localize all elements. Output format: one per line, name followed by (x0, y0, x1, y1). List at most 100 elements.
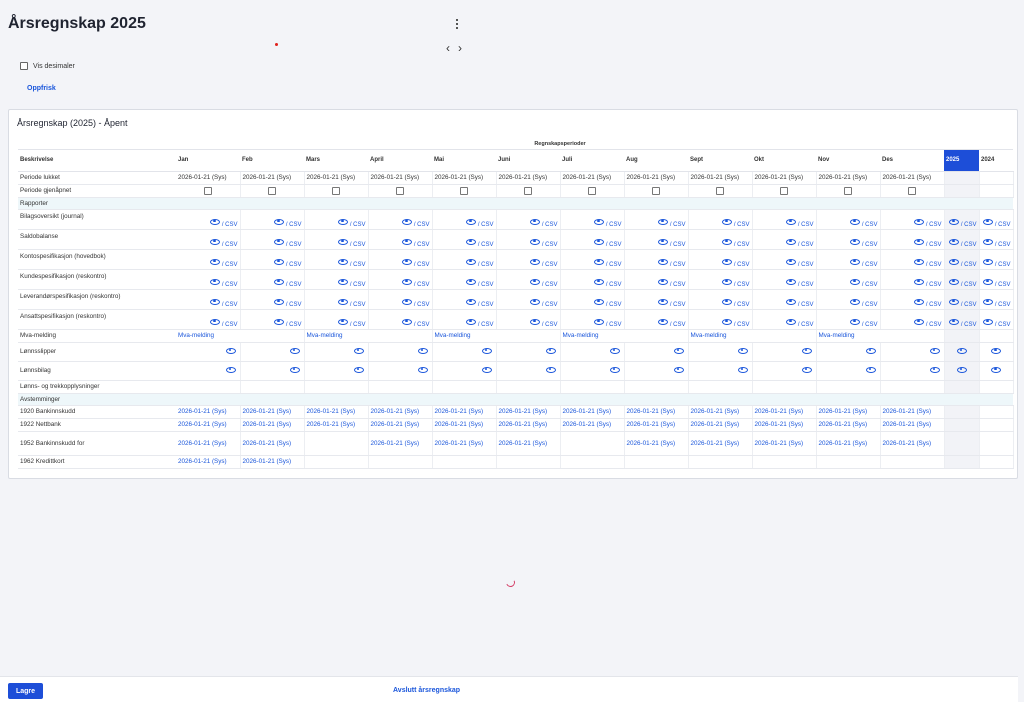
view-cell[interactable] (816, 342, 881, 362)
close-annual-accounts-link[interactable]: Avslutt årsregnskap (393, 687, 460, 694)
csv-link[interactable]: / CSV (286, 242, 302, 248)
view-eye-icon[interactable] (209, 298, 220, 305)
csv-link[interactable]: / CSV (926, 282, 942, 288)
view-eye-icon[interactable] (337, 278, 348, 285)
view-eye-icon[interactable] (657, 278, 668, 285)
csv-link[interactable]: / CSV (734, 302, 750, 308)
view-eye-icon[interactable] (673, 347, 684, 354)
view-eye-icon[interactable] (465, 218, 476, 225)
csv-link[interactable]: / CSV (414, 302, 430, 308)
vat-link[interactable]: Mva-melding (432, 329, 561, 343)
csv-link[interactable]: / CSV (862, 222, 878, 228)
view-eye-icon[interactable] (337, 218, 348, 225)
column-header-month[interactable]: Jan (176, 149, 240, 172)
reconciliation-link[interactable]: 2026-01-21 (Sys) (304, 418, 369, 432)
year-cell[interactable]: / CSV (979, 249, 1014, 270)
reopen-checkbox-cell[interactable] (688, 184, 753, 198)
view-eye-icon[interactable] (593, 278, 604, 285)
view-eye-icon[interactable] (913, 218, 924, 225)
reopen-checkbox[interactable] (524, 186, 532, 195)
reconciliation-link[interactable]: 2026-01-21 (Sys) (624, 405, 689, 419)
reconciliation-link[interactable]: 2026-01-21 (Sys) (240, 455, 305, 469)
csv-link[interactable]: / CSV (670, 222, 686, 228)
csv-link[interactable]: / CSV (478, 222, 494, 228)
csv-link[interactable]: / CSV (961, 222, 977, 228)
reconciliation-link[interactable]: 2026-01-21 (Sys) (368, 418, 433, 432)
csv-link[interactable]: / CSV (670, 242, 686, 248)
reconciliation-link[interactable]: 2026-01-21 (Sys) (496, 431, 561, 456)
reopen-checkbox-cell[interactable] (304, 184, 369, 198)
csv-link[interactable]: / CSV (798, 262, 814, 268)
csv-link[interactable]: / CSV (414, 322, 430, 328)
view-cell[interactable] (304, 342, 369, 362)
view-eye-icon[interactable] (337, 298, 348, 305)
view-eye-icon[interactable] (721, 218, 732, 225)
view-cell[interactable] (688, 342, 753, 362)
view-eye-icon[interactable] (721, 258, 732, 265)
view-eye-icon[interactable] (913, 318, 924, 325)
view-eye-icon[interactable] (982, 298, 993, 305)
view-eye-icon[interactable] (849, 278, 860, 285)
csv-link[interactable]: / CSV (606, 222, 622, 228)
view-eye-icon[interactable] (529, 218, 540, 225)
view-cell[interactable] (752, 361, 817, 381)
view-cell[interactable] (624, 342, 689, 362)
csv-link[interactable]: / CSV (798, 322, 814, 328)
reconciliation-link[interactable]: 2026-01-21 (Sys) (688, 405, 753, 419)
view-eye-icon[interactable] (273, 258, 284, 265)
reconciliation-link[interactable]: 2026-01-21 (Sys) (176, 418, 241, 432)
reopen-checkbox[interactable] (780, 186, 788, 195)
reconciliation-link[interactable]: 2026-01-21 (Sys) (880, 405, 945, 419)
csv-link[interactable]: / CSV (414, 262, 430, 268)
csv-link[interactable]: / CSV (350, 302, 366, 308)
view-eye-icon[interactable] (801, 347, 812, 354)
reopen-checkbox-cell[interactable] (752, 184, 817, 198)
view-eye-icon[interactable] (721, 278, 732, 285)
year-cell[interactable] (979, 342, 1014, 362)
view-eye-icon[interactable] (417, 366, 428, 373)
reconciliation-link[interactable]: 2026-01-21 (Sys) (240, 418, 305, 432)
view-eye-icon[interactable] (721, 238, 732, 245)
reopen-checkbox-cell[interactable] (432, 184, 497, 198)
reopen-checkbox[interactable] (268, 186, 276, 195)
view-eye-icon[interactable] (913, 298, 924, 305)
vat-link[interactable]: Mva-melding (176, 329, 305, 343)
csv-link[interactable]: / CSV (670, 322, 686, 328)
csv-link[interactable]: / CSV (606, 322, 622, 328)
view-eye-icon[interactable] (982, 238, 993, 245)
view-eye-icon[interactable] (337, 238, 348, 245)
csv-link[interactable]: / CSV (222, 242, 238, 248)
view-eye-icon[interactable] (956, 347, 967, 354)
csv-link[interactable]: / CSV (995, 242, 1011, 248)
reconciliation-link[interactable]: 2026-01-21 (Sys) (496, 405, 561, 419)
year-cell[interactable] (979, 361, 1014, 381)
reconciliation-link[interactable]: 2026-01-21 (Sys) (880, 431, 945, 456)
reconciliation-link[interactable]: 2026-01-21 (Sys) (752, 405, 817, 419)
vat-link[interactable]: Mva-melding (560, 329, 689, 343)
view-eye-icon[interactable] (785, 258, 796, 265)
view-eye-icon[interactable] (948, 258, 959, 265)
view-cell[interactable] (496, 361, 561, 381)
csv-link[interactable]: / CSV (222, 262, 238, 268)
csv-link[interactable]: / CSV (734, 262, 750, 268)
column-header-month[interactable]: Nov (816, 149, 880, 172)
view-eye-icon[interactable] (529, 318, 540, 325)
reconciliation-link[interactable]: 2026-01-21 (Sys) (432, 418, 497, 432)
year-cell[interactable] (944, 361, 980, 381)
view-eye-icon[interactable] (948, 218, 959, 225)
reopen-checkbox-cell[interactable] (176, 184, 241, 198)
view-eye-icon[interactable] (353, 347, 364, 354)
year-cell[interactable]: / CSV (944, 229, 980, 250)
csv-link[interactable]: / CSV (670, 282, 686, 288)
csv-link[interactable]: / CSV (995, 222, 1011, 228)
view-eye-icon[interactable] (948, 318, 959, 325)
csv-link[interactable]: / CSV (926, 262, 942, 268)
csv-link[interactable]: / CSV (286, 222, 302, 228)
view-cell[interactable] (880, 361, 945, 381)
view-cell[interactable] (240, 342, 305, 362)
view-eye-icon[interactable] (737, 347, 748, 354)
csv-link[interactable]: / CSV (542, 242, 558, 248)
year-cell[interactable]: / CSV (944, 289, 980, 310)
csv-link[interactable]: / CSV (670, 262, 686, 268)
reconciliation-link[interactable]: 2026-01-21 (Sys) (560, 418, 625, 432)
